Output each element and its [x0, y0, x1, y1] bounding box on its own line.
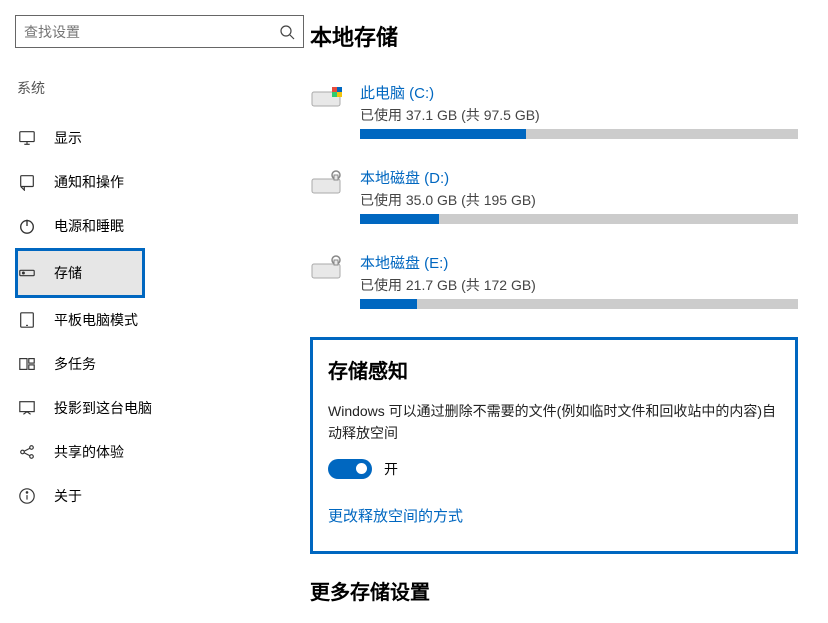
search-icon: [279, 24, 295, 40]
notifications-icon: [18, 173, 36, 191]
storage-sense-title: 存储感知: [328, 355, 780, 384]
sidebar-item-label: 投影到这台电脑: [54, 398, 152, 418]
shared-icon: [18, 443, 36, 461]
more-settings-title: 更多存储设置: [310, 576, 798, 605]
drive-progress-fill: [360, 214, 439, 224]
change-free-space-link[interactable]: 更改释放空间的方式: [328, 505, 780, 526]
toggle-knob: [356, 463, 367, 474]
sidebar-item-label: 显示: [54, 128, 82, 148]
sidebar-item-storage[interactable]: 存储: [15, 248, 145, 298]
storage-sense-desc: Windows 可以通过删除不需要的文件(例如临时文件和回收站中的内容)自动释放…: [328, 400, 780, 445]
tablet-icon: [18, 311, 36, 329]
projecting-icon: [18, 399, 36, 417]
main-content: 本地存储 此电脑 (C:) 已使用 37.1 GB (共 97.5 GB): [310, 0, 828, 623]
sidebar-item-label: 电源和睡眠: [54, 216, 124, 236]
search-box[interactable]: [15, 15, 304, 48]
about-icon: [18, 487, 36, 505]
sidebar-item-shared[interactable]: 共享的体验: [15, 430, 310, 474]
multitasking-icon: [18, 355, 36, 373]
page-title: 本地存储: [310, 20, 798, 52]
sidebar-section-title: 系统: [17, 78, 310, 98]
drive-name-link[interactable]: 此电脑 (C:): [360, 82, 798, 103]
drive-row: 此电脑 (C:) 已使用 37.1 GB (共 97.5 GB): [310, 82, 798, 139]
sidebar-item-projecting[interactable]: 投影到这台电脑: [15, 386, 310, 430]
sidebar-item-display[interactable]: 显示: [15, 116, 310, 160]
drive-c-icon: [310, 84, 345, 112]
storage-sense-toggle[interactable]: [328, 459, 372, 479]
drive-usage-text: 已使用 21.7 GB (共 172 GB): [360, 275, 798, 295]
sidebar-item-label: 多任务: [54, 354, 96, 374]
drive-name-link[interactable]: 本地磁盘 (D:): [360, 167, 798, 188]
sidebar-list: 显示 通知和操作 电源和睡眠 存储 平板电脑模式: [15, 116, 310, 518]
storage-sense-section: 存储感知 Windows 可以通过删除不需要的文件(例如临时文件和回收站中的内容…: [310, 337, 798, 554]
toggle-state-label: 开: [384, 459, 398, 479]
sidebar-item-tablet[interactable]: 平板电脑模式: [15, 298, 310, 342]
drive-row: 本地磁盘 (D:) 已使用 35.0 GB (共 195 GB): [310, 167, 798, 224]
drive-progress-bar: [360, 299, 798, 309]
search-input[interactable]: [24, 24, 279, 40]
sidebar-item-label: 通知和操作: [54, 172, 124, 192]
drive-usage-text: 已使用 37.1 GB (共 97.5 GB): [360, 105, 798, 125]
drive-usage-text: 已使用 35.0 GB (共 195 GB): [360, 190, 798, 210]
sidebar-item-multitasking[interactable]: 多任务: [15, 342, 310, 386]
drive-name-link[interactable]: 本地磁盘 (E:): [360, 252, 798, 273]
sidebar-item-label: 共享的体验: [54, 442, 124, 462]
sidebar-item-power[interactable]: 电源和睡眠: [15, 204, 310, 248]
drive-row: 本地磁盘 (E:) 已使用 21.7 GB (共 172 GB): [310, 252, 798, 309]
sidebar-item-about[interactable]: 关于: [15, 474, 310, 518]
storage-icon: [18, 264, 36, 282]
sidebar-item-label: 关于: [54, 486, 82, 506]
drive-progress-bar: [360, 214, 798, 224]
drive-progress-fill: [360, 299, 417, 309]
power-icon: [18, 217, 36, 235]
display-icon: [18, 129, 36, 147]
drive-e-icon: [310, 254, 345, 282]
sidebar-item-notifications[interactable]: 通知和操作: [15, 160, 310, 204]
sidebar-item-label: 平板电脑模式: [54, 310, 138, 330]
drive-d-icon: [310, 169, 345, 197]
sidebar: 系统 显示 通知和操作 电源和睡眠 存储: [0, 0, 310, 623]
drive-progress-bar: [360, 129, 798, 139]
drive-progress-fill: [360, 129, 526, 139]
sidebar-item-label: 存储: [54, 263, 82, 283]
